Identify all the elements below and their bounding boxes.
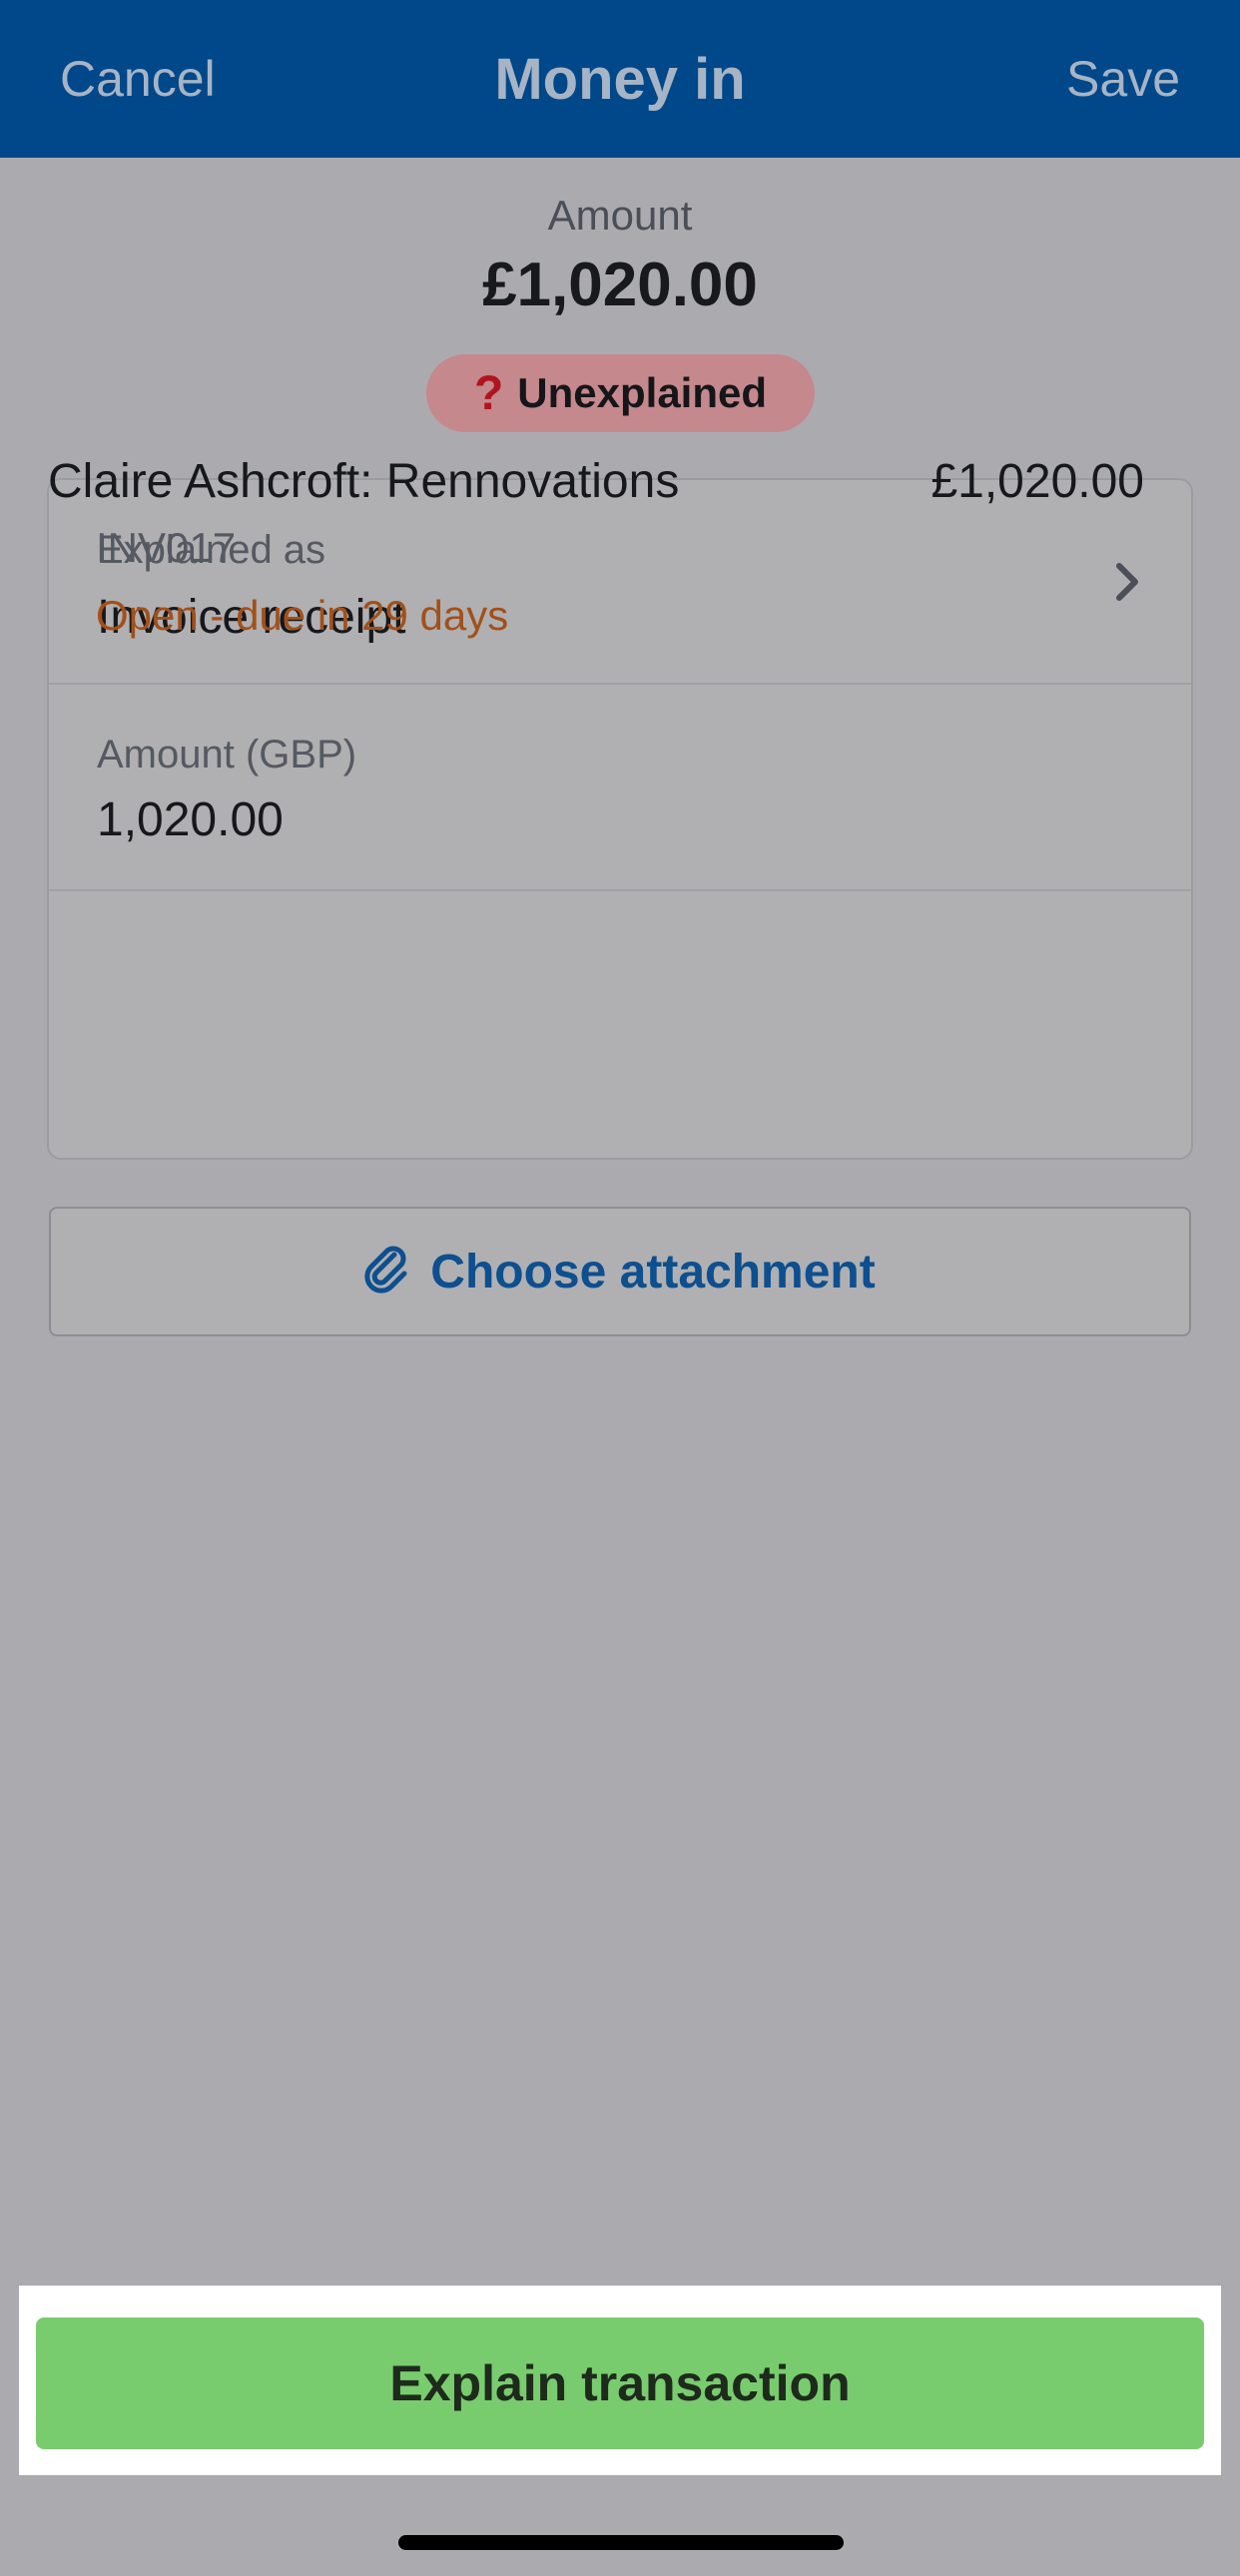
cancel-button[interactable]: Cancel — [60, 50, 216, 108]
explained-as-row[interactable]: Explained as Invoice receipt — [49, 480, 1191, 685]
home-indicator[interactable] — [398, 2535, 844, 2550]
navigation-bar: Cancel Save — [0, 0, 1240, 158]
chevron-right-icon — [1107, 560, 1147, 604]
explain-transaction-button[interactable]: Explain transaction — [36, 2318, 1204, 2449]
save-button[interactable]: Save — [1066, 50, 1180, 108]
paperclip-icon — [364, 1245, 410, 1299]
choose-attachment-button[interactable]: Choose attachment — [49, 1207, 1191, 1336]
invoice-status: Open - due in 29 days — [96, 592, 509, 639]
choose-attachment-label: Choose attachment — [430, 1245, 876, 1298]
status-badge-label: Unexplained — [517, 369, 768, 416]
amount-label: Amount — [547, 192, 693, 239]
status-badge: ? Unexplained — [426, 354, 815, 432]
amount-gbp-label: Amount (GBP) — [97, 733, 357, 776]
question-mark-icon: ? — [473, 366, 504, 420]
invoice-amount: £1,020.00 — [930, 455, 1144, 508]
transaction-details-card: Explained as Invoice receipt Amount (GBP… — [47, 478, 1193, 1160]
amount-value: £1,020.00 — [482, 251, 758, 319]
amount-gbp-row[interactable]: Amount (GBP) 1,020.00 — [49, 685, 1191, 891]
invoice-reference: INV017 — [96, 524, 237, 571]
invoice-name: Claire Ashcroft: Rennovations — [48, 455, 680, 508]
amount-gbp-field[interactable]: 1,020.00 — [97, 792, 284, 847]
